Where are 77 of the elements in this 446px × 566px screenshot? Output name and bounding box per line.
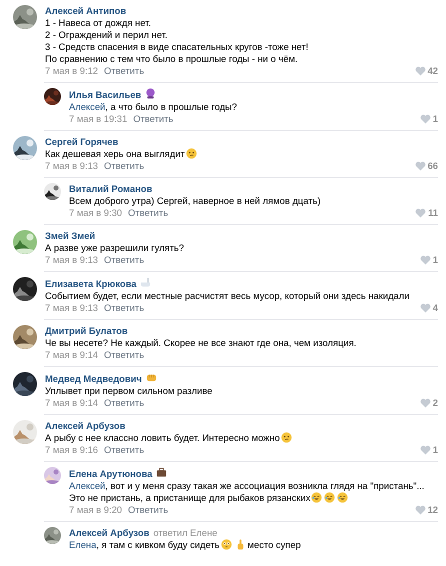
smiley-icon [280, 432, 292, 443]
laughing-face-icon [337, 492, 348, 503]
author-name[interactable]: Алексей Арбузов [69, 527, 150, 538]
reply-link[interactable]: Ответить [128, 504, 168, 516]
comment-date[interactable]: 7 мая в 9:13 [45, 302, 98, 314]
heart-icon[interactable] [420, 255, 431, 265]
author-name[interactable]: Алексей Антипов [45, 5, 126, 16]
comment-date[interactable]: 7 мая в 9:14 [45, 397, 98, 409]
reply-link[interactable]: Ответить [104, 254, 144, 266]
heart-icon[interactable] [420, 398, 431, 408]
like-count: 42 [428, 65, 438, 77]
like-count: 1 [432, 254, 438, 266]
comment-text: Событием будет, если местные расчистят весь мусор, который они здесь накидали [45, 290, 410, 302]
like-count: 1 [432, 113, 438, 125]
comment-text: Че вы несете? Не каждый. Скорее не все знают где она, чем изоляция. [45, 337, 358, 349]
comment-date[interactable]: 7 мая в 9:13 [45, 254, 98, 266]
author-name[interactable]: Медвед Медведович [45, 373, 142, 384]
mention-link[interactable]: Елена [69, 539, 96, 550]
bathtub-icon [140, 277, 152, 288]
like-count: 2 [432, 397, 438, 409]
comment-text: 2 - Ограждений и перил нет. [45, 29, 168, 41]
comment-text: Елена, я там с кивком буду сидеть место супер [69, 539, 302, 551]
comment-text: Алексей, вот и у меня сразу такая же ассоциация возникла глядя на "пристань"... Это не пристань, а пристанище для рыбаков рязанских [69, 480, 426, 504]
heart-icon[interactable] [414, 161, 426, 171]
mention-link[interactable]: Алексей [69, 101, 106, 112]
comment-text: Алексей, а что было в прошлые годы? [69, 101, 238, 113]
like-count: 11 [428, 207, 438, 219]
heart-icon[interactable] [414, 66, 426, 76]
comment-date[interactable]: 7 мая в 9:12 [45, 65, 98, 77]
like-count: 66 [428, 160, 438, 172]
comment-text: Уплывет при первом сильном разливе [45, 385, 214, 397]
heart-icon[interactable] [420, 114, 431, 124]
laughing-face-icon [311, 492, 322, 503]
comment-date[interactable]: 7 мая в 9:14 [45, 349, 98, 361]
comment-date[interactable]: 7 мая в 9:30 [69, 207, 122, 219]
author-name[interactable]: Илья Васильев [69, 89, 142, 100]
comment-text: 1 - Навеса от дождя нет. [45, 17, 152, 29]
author-name[interactable]: Елена Арутюнова [69, 468, 152, 479]
briefcase-icon [156, 467, 168, 478]
reply-link[interactable]: Ответить [104, 444, 144, 456]
comment-date[interactable]: 7 мая в 9:16 [45, 444, 98, 456]
comment-text: А разве уже разрешили гулять? [45, 242, 186, 254]
comment-date[interactable]: 7 мая в 9:20 [69, 504, 122, 516]
reply-link[interactable]: Ответить [133, 113, 174, 125]
comment-text: 3 - Средств спасения в виде спасательных кругов -тоже нет! [45, 41, 310, 53]
reply-link[interactable]: Ответить [104, 302, 144, 314]
comment-text: А рыбу с нее классно ловить будет. Интересно можно [45, 432, 438, 444]
like-count: 1 [432, 444, 438, 456]
heart-icon[interactable] [414, 505, 426, 515]
author-name[interactable]: Дмитрий Булатов [45, 325, 128, 336]
author-name[interactable]: Алексей Арбузов [45, 420, 126, 431]
fist-icon [146, 372, 157, 383]
heart-icon[interactable] [415, 208, 426, 218]
reply-link[interactable]: Ответить [128, 207, 168, 219]
mention-link[interactable]: Алексей [69, 480, 106, 491]
like-count: 4 [432, 302, 438, 314]
comment-text: Всем доброго утра) Сергей, наверное в ней лямов дцать) [69, 195, 322, 207]
reply-link[interactable]: Ответить [104, 65, 144, 77]
author-name[interactable]: Сергей Горячев [45, 136, 118, 147]
reply-link[interactable]: Ответить [104, 397, 144, 409]
reply-link[interactable]: Ответить [104, 160, 144, 172]
author-name[interactable]: Змей Змей [45, 230, 96, 241]
laughing-face-icon [324, 492, 336, 503]
comment-date[interactable]: 7 мая в 9:13 [45, 160, 98, 172]
comment-text: По сравнению с тем что было в прошлые годы - ни о чём. [45, 53, 299, 65]
reply-link[interactable]: Ответить [104, 349, 144, 361]
reply-to-text: ответил Елене [153, 527, 218, 538]
heart-icon[interactable] [420, 303, 431, 313]
comment-text: Как дешевая херь она выглядит [45, 148, 438, 160]
smiley-icon [186, 148, 197, 159]
heart-icon[interactable] [420, 445, 431, 455]
like-count: 12 [428, 504, 438, 516]
author-name[interactable]: Виталий Романов [69, 183, 152, 194]
comment-date[interactable]: 7 мая в 19:31 [69, 113, 128, 125]
author-name[interactable]: Елизавета Крюкова [45, 278, 136, 289]
flushed-face-icon [220, 539, 232, 550]
crystal-ball-icon [145, 88, 156, 99]
